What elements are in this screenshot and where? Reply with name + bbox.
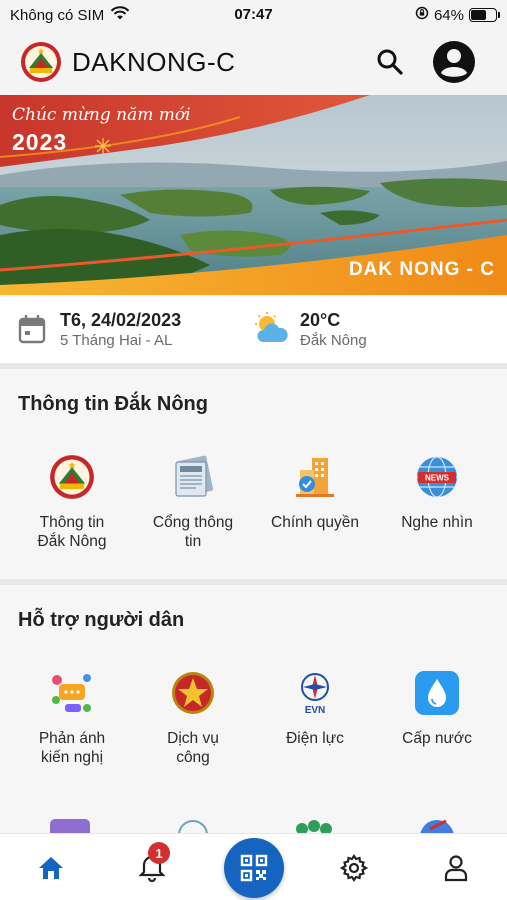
bottom-navigation: 1: [0, 833, 507, 900]
tile-label: Phản ánh kiến nghị: [38, 730, 106, 766]
banner-year: 2023: [12, 129, 68, 155]
tile-chinh-quyen[interactable]: Chính quyền: [254, 453, 376, 532]
banner-brand: DAK NONG - C: [348, 259, 495, 280]
app-title: DAKNONG-C: [72, 47, 236, 77]
section-title: Thông tin Đắk Nông: [18, 393, 208, 415]
tile-dich-vu-cong[interactable]: Dịch vụ công: [132, 669, 254, 767]
tile-thong-tin-dak-nong[interactable]: Thông tin Đắk Nông: [11, 453, 133, 551]
account-circle-icon[interactable]: [432, 40, 476, 84]
orientation-lock-icon: [415, 6, 429, 24]
evn-electricity-icon: EVN: [291, 669, 339, 717]
tile-label: Cổng thông tin: [152, 514, 234, 550]
date-block: T6, 24/02/2023 5 Tháng Hai - AL: [18, 309, 181, 351]
weather-location: Đắk Nông: [300, 332, 367, 349]
section-title: Hỗ trợ người dân: [18, 609, 185, 631]
status-bar: Không có SIM 07:47 64%: [0, 0, 507, 30]
notification-badge: 1: [148, 842, 170, 864]
gear-icon[interactable]: [334, 852, 374, 884]
next-tile-icon: [50, 819, 90, 833]
section-citizen-support: Hỗ trợ người dân Phản ánh kiến nghị Dịch…: [0, 585, 507, 833]
gregorian-date: T6, 24/02/2023: [60, 310, 182, 330]
calendar-icon: [18, 314, 46, 349]
next-tile-icon: [296, 823, 308, 833]
tile-dien-luc[interactable]: EVN Điện lực: [254, 669, 376, 748]
tile-label: Cấp nước: [402, 730, 472, 747]
weather-text: 20°C Đắk Nông: [300, 309, 367, 351]
news-globe-icon: NEWS: [413, 453, 461, 501]
date-weather-bar: T6, 24/02/2023 5 Tháng Hai - AL 20°C Đắk…: [0, 297, 507, 363]
search-icon[interactable]: [372, 44, 408, 80]
weather-block[interactable]: 20°C Đắk Nông: [254, 309, 367, 351]
national-emblem-icon: [169, 669, 217, 717]
tile-label: Điện lực: [286, 730, 344, 747]
temperature: 20°C: [300, 310, 341, 330]
water-drop-icon: [413, 669, 461, 717]
newspaper-icon: [169, 453, 217, 501]
app-header: DAKNONG-C: [0, 30, 507, 94]
date-text: T6, 24/02/2023 5 Tháng Hai - AL: [60, 309, 181, 351]
battery-icon: [469, 8, 500, 22]
home-icon[interactable]: [31, 852, 71, 884]
partly-cloudy-icon: [254, 312, 290, 351]
status-right: 64%: [415, 6, 500, 24]
app-screen: Không có SIM 07:47 64% DAKNONG-C Chúc mừ…: [0, 0, 507, 900]
battery-percent: 64%: [433, 6, 464, 24]
tile-label: Chính quyền: [271, 514, 359, 531]
tile-label: Dịch vụ công: [167, 730, 219, 766]
feedback-chat-icon: [48, 669, 96, 717]
battery-level: [471, 10, 487, 20]
next-tile-icon: [178, 820, 208, 833]
tile-nghe-nhin[interactable]: NEWS Nghe nhìn: [376, 453, 498, 532]
tile-cap-nuoc[interactable]: Cấp nước: [376, 669, 498, 748]
government-building-icon: [291, 453, 339, 501]
section-dak-nong-info: Thông tin Đắk Nông Thông tin Đắk Nông Cổ…: [0, 369, 507, 579]
province-emblem-icon[interactable]: [20, 41, 62, 83]
news-label: NEWS: [425, 474, 450, 483]
tile-cong-thong-tin[interactable]: Cổng thông tin: [132, 453, 254, 551]
next-row-icons: [0, 813, 507, 833]
person-icon[interactable]: [436, 852, 476, 884]
lunar-date: 5 Tháng Hai - AL: [60, 332, 173, 349]
province-emblem-icon: [48, 453, 96, 501]
tile-label: Nghe nhìn: [401, 514, 473, 531]
new-year-banner[interactable]: Chúc mừng năm mới 2023 DAK NONG - C: [0, 95, 507, 295]
tile-phan-anh-kien-nghi[interactable]: Phản ánh kiến nghị: [11, 669, 133, 767]
qr-code-icon[interactable]: [224, 838, 284, 898]
banner-greeting: Chúc mừng năm mới: [12, 105, 191, 125]
tile-label: Thông tin Đắk Nông: [37, 514, 107, 550]
evn-label: EVN: [305, 705, 326, 716]
